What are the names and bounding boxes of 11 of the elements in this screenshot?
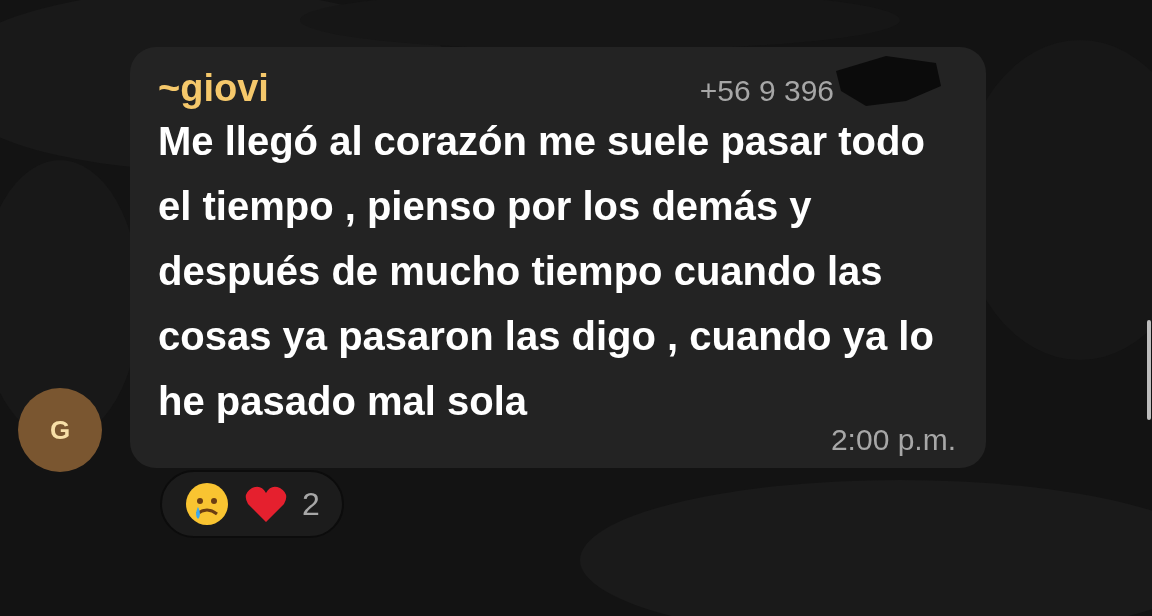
phone-number: +56 9 396 <box>699 76 834 106</box>
scrollbar[interactable] <box>1147 320 1151 420</box>
message-time: 2:00 p.m. <box>830 422 956 458</box>
message-text: Me llegó al corazón me suele pasar todo el tiempo , pienso por los demás y después de mucho tiempo cuando las cosas ya pasaron las digo , cuando ya lo he pasado mal sola <box>158 118 935 425</box>
reaction-count: 2 <box>302 485 320 524</box>
sender-name[interactable]: ~giovi <box>158 69 269 107</box>
reactions-pill[interactable]: 2 <box>160 470 344 538</box>
heart-icon <box>244 484 288 524</box>
avatar-initial: G <box>49 413 71 447</box>
message-bubble[interactable]: ~giovi +56 9 396 Me llegó al corazón me suele pasar todo el tiempo , pienso por los demás y después de mucho tiempo cuando las cosas ya pasaron las digo , cuando ya lo he pasado mal sola 2:00 p.m. <box>130 47 986 468</box>
crying-face-icon <box>184 481 230 527</box>
